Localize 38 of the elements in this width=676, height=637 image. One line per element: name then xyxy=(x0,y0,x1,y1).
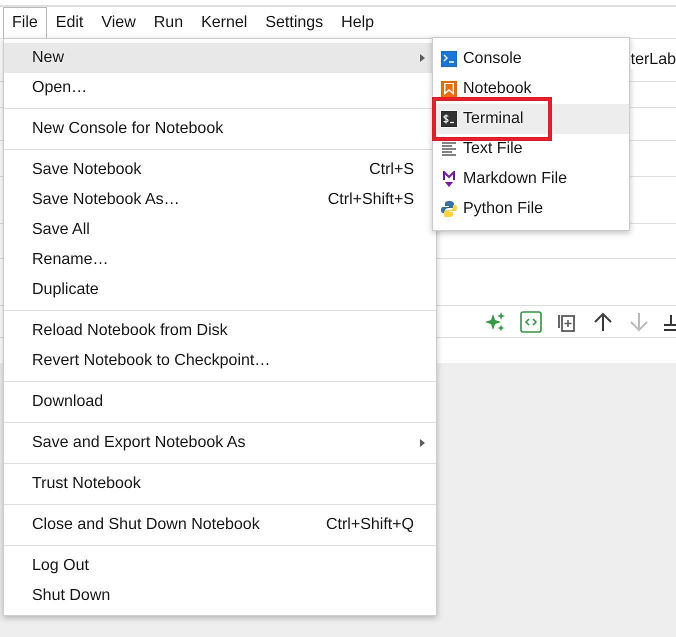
menu-item[interactable]: Save Notebook As… Ctrl+Shift+S xyxy=(4,185,436,215)
menu-item[interactable]: Open… xyxy=(4,73,436,103)
menu-tab[interactable]: Run xyxy=(144,7,192,38)
sparkle-icon[interactable] xyxy=(484,310,506,332)
shortcut-label: Ctrl+Shift+Q xyxy=(326,516,414,534)
menu-item[interactable]: Log Out xyxy=(4,551,436,581)
menu-item[interactable]: Terminal xyxy=(433,104,629,134)
menu-item[interactable]: Reload Notebook from Disk xyxy=(4,316,436,346)
menu-item[interactable]: Download xyxy=(4,387,436,417)
menu-item[interactable]: New Console for Notebook xyxy=(4,114,436,144)
shortcut-label: Ctrl+Shift+S xyxy=(328,191,414,209)
menu-tab[interactable]: File xyxy=(3,7,47,38)
code-icon[interactable] xyxy=(520,310,542,332)
menu-tab[interactable]: Kernel xyxy=(192,7,256,38)
text-lines-icon xyxy=(441,141,457,157)
menu-item[interactable]: Close and Shut Down Notebook Ctrl+Shift+Q xyxy=(4,510,436,540)
shortcut-label: Ctrl+S xyxy=(369,161,414,179)
menu-item[interactable]: Save Notebook Ctrl+S xyxy=(4,155,436,185)
arrow-up-icon[interactable] xyxy=(592,310,614,332)
menu-item[interactable]: Save and Export Notebook As xyxy=(4,428,436,458)
menu-tab[interactable]: View xyxy=(92,7,145,38)
menu-item[interactable]: Trust Notebook xyxy=(4,469,436,499)
bookmark-icon xyxy=(441,81,457,97)
menu-item[interactable]: Shut Down xyxy=(4,581,436,611)
terminal-icon xyxy=(441,111,457,127)
menu-tab[interactable]: Help xyxy=(332,7,384,38)
python-icon xyxy=(441,201,457,217)
menu-item[interactable]: Duplicate xyxy=(4,275,436,305)
menu-item[interactable]: Save All xyxy=(4,215,436,245)
menu-item[interactable]: Markdown File xyxy=(433,164,629,194)
menu-item[interactable]: Python File xyxy=(433,194,629,224)
menu-tab[interactable]: Settings xyxy=(256,7,332,38)
menu-item[interactable]: Revert Notebook to Checkpoint… xyxy=(4,346,436,376)
menu-item[interactable]: Console xyxy=(433,44,629,74)
menu-tab[interactable]: Edit xyxy=(46,7,92,38)
markdown-icon xyxy=(441,171,457,187)
menu-item[interactable]: Rename… xyxy=(4,245,436,275)
console-icon xyxy=(441,51,457,67)
